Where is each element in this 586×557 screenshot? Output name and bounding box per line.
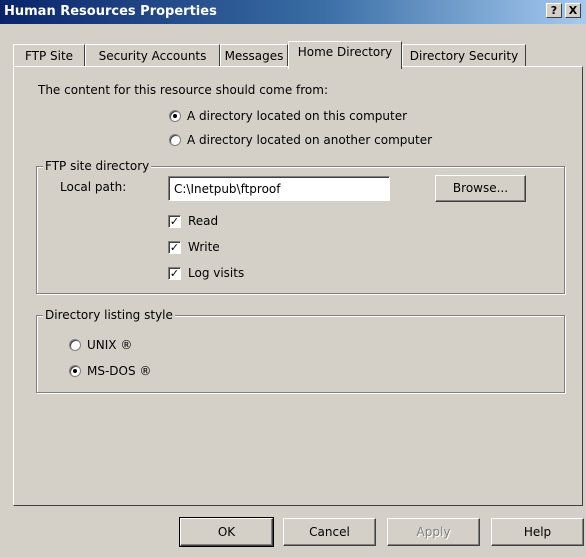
- tab-ftp-site[interactable]: FTP Site: [13, 44, 85, 67]
- log-visits-checkbox[interactable]: ✓: [168, 267, 181, 280]
- ok-button[interactable]: OK: [179, 517, 274, 547]
- write-checkbox[interactable]: ✓: [168, 241, 181, 254]
- radio-dot-icon: [173, 114, 177, 118]
- directory-listing-style-legend: Directory listing style: [43, 308, 175, 322]
- content-source-prompt: The content for this resource should com…: [38, 83, 328, 97]
- tab-home-directory[interactable]: Home Directory: [288, 41, 402, 69]
- radio-dot-icon: [73, 369, 77, 373]
- close-icon[interactable]: X: [565, 3, 581, 18]
- browse-button[interactable]: Browse...: [435, 175, 526, 202]
- window-title: Human Resources Properties: [4, 4, 217, 19]
- radio-ms-dos-label[interactable]: MS-DOS ®: [87, 364, 151, 378]
- tab-directory-security[interactable]: Directory Security: [402, 44, 526, 67]
- home-directory-panel: The content for this resource should com…: [13, 66, 583, 506]
- read-checkbox[interactable]: ✓: [168, 215, 181, 228]
- ftp-site-directory-legend: FTP site directory: [43, 159, 152, 173]
- title-bar: Human Resources Properties ? X: [0, 0, 586, 24]
- radio-unix-label[interactable]: UNIX ®: [87, 338, 132, 352]
- help-button[interactable]: Help: [491, 518, 584, 546]
- ftp-site-directory-group: FTP site directory Local path: C:\Inetpu…: [36, 159, 565, 294]
- local-path-input[interactable]: C:\Inetpub\ftproof: [168, 176, 390, 201]
- radio-another-computer-label[interactable]: A directory located on another computer: [187, 133, 432, 147]
- properties-dialog: Human Resources Properties ? X FTP Site …: [0, 0, 586, 557]
- apply-button[interactable]: Apply: [387, 518, 480, 546]
- radio-this-computer[interactable]: [169, 110, 181, 122]
- directory-listing-style-group: Directory listing style UNIX ® MS-DOS ®: [36, 308, 565, 393]
- tab-security-accounts[interactable]: Security Accounts: [85, 44, 220, 67]
- tab-messages[interactable]: Messages: [220, 44, 288, 67]
- radio-ms-dos[interactable]: [69, 365, 81, 377]
- read-label[interactable]: Read: [188, 214, 218, 228]
- local-path-label: Local path:: [60, 180, 127, 194]
- radio-another-computer[interactable]: [169, 134, 181, 146]
- write-label[interactable]: Write: [188, 240, 220, 254]
- radio-unix[interactable]: [69, 339, 81, 351]
- log-visits-label[interactable]: Log visits: [188, 266, 244, 280]
- cancel-button[interactable]: Cancel: [283, 518, 376, 546]
- radio-this-computer-label[interactable]: A directory located on this computer: [187, 109, 407, 123]
- help-icon[interactable]: ?: [546, 3, 562, 18]
